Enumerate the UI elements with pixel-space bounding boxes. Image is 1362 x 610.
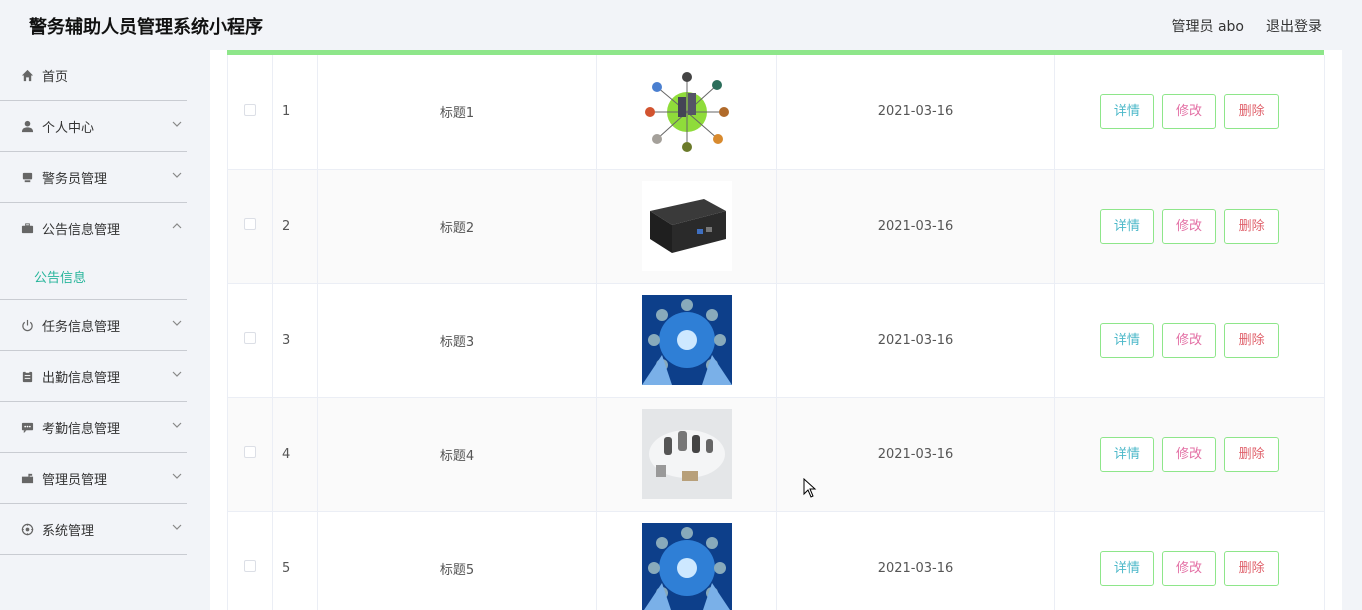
monitor-icon [20, 170, 34, 184]
sidebar-item-label: 系统管理 [42, 523, 95, 539]
notice-table: 1 标题1 2021-03-16 详情 修改 删除 2 标题2 2021-03-… [227, 50, 1325, 610]
user-icon [20, 119, 34, 133]
sidebar-subitem-notice-info[interactable]: 公告信息 [0, 254, 187, 300]
table-row: 1 标题1 2021-03-16 详情 修改 删除 [227, 55, 1325, 170]
mouse-cursor-icon [803, 478, 817, 498]
security-devices-image [641, 409, 732, 499]
detail-button[interactable]: 详情 [1099, 94, 1154, 130]
row-title: 标题3 [317, 283, 597, 398]
clipboard-icon [20, 369, 34, 383]
delete-button[interactable]: 删除 [1224, 208, 1280, 244]
user-area: 管理员 abo 退出登录 [1172, 16, 1322, 36]
chevron-down-icon [172, 473, 182, 479]
row-index: 2 [272, 169, 318, 284]
table-row: 5 标题5 2021-03-16 详情 修改 删除 [227, 511, 1325, 610]
chevron-down-icon [172, 320, 182, 326]
detail-button[interactable]: 详情 [1099, 208, 1154, 244]
row-checkbox[interactable] [244, 560, 256, 572]
sidebar-item-label: 个人中心 [42, 120, 95, 136]
row-date: 2021-03-16 [776, 55, 1055, 170]
sidebar-item-checkin[interactable]: 考勤信息管理 [0, 402, 187, 453]
detail-button[interactable]: 详情 [1099, 550, 1154, 586]
home-icon [20, 68, 34, 82]
row-date: 2021-03-16 [776, 169, 1055, 284]
sidebar-item-police[interactable]: 警务员管理 [0, 152, 187, 203]
row-index: 4 [272, 397, 318, 512]
sidebar-item-profile[interactable]: 个人中心 [0, 101, 187, 152]
row-date: 2021-03-16 [776, 511, 1055, 610]
blue-network-image [641, 523, 732, 610]
sidebar-item-admin[interactable]: 管理员管理 [0, 453, 187, 504]
sidebar-item-label: 出勤信息管理 [42, 370, 121, 386]
edit-button[interactable]: 修改 [1162, 436, 1216, 472]
mailbox-icon [20, 471, 34, 485]
network-diagram-image [641, 66, 732, 157]
row-title: 标题1 [317, 55, 597, 170]
row-date: 2021-03-16 [776, 397, 1055, 512]
detail-button[interactable]: 详情 [1099, 436, 1154, 472]
briefcase-icon [20, 222, 34, 236]
chevron-down-icon [172, 121, 182, 127]
row-checkbox[interactable] [244, 218, 256, 230]
edit-button[interactable]: 修改 [1162, 94, 1216, 130]
main-content: 1 标题1 2021-03-16 详情 修改 删除 2 标题2 2021-03-… [210, 50, 1342, 610]
edit-button[interactable]: 修改 [1162, 322, 1216, 358]
sidebar-item-label: 公告信息管理 [42, 223, 121, 238]
top-bar: 警务辅助人员管理系统小程序 管理员 abo 退出登录 [0, 0, 1362, 50]
row-checkbox[interactable] [244, 446, 256, 458]
row-index: 3 [272, 283, 318, 398]
chevron-down-icon [172, 172, 182, 178]
row-title: 标题2 [317, 169, 597, 284]
table-row: 3 标题3 2021-03-16 详情 修改 删除 [227, 283, 1325, 398]
sidebar-item-task[interactable]: 任务信息管理 [0, 300, 187, 351]
current-user[interactable]: 管理员 abo [1172, 16, 1244, 36]
app-title: 警务辅助人员管理系统小程序 [29, 17, 263, 38]
black-device-image [641, 181, 732, 271]
sidebar-item-system[interactable]: 系统管理 [0, 504, 187, 555]
sidebar: 首页 个人中心 警务员管理 公告信息管理 公告信息 任务信息管理 出勤信息管理 [0, 50, 187, 610]
chevron-down-icon [172, 524, 182, 530]
edit-button[interactable]: 修改 [1162, 208, 1216, 244]
table-row: 4 标题4 2021-03-16 详情 修改 删除 [227, 397, 1325, 512]
detail-button[interactable]: 详情 [1099, 322, 1154, 358]
chevron-down-icon [172, 371, 182, 377]
sidebar-item-label: 管理员管理 [42, 472, 108, 488]
sidebar-item-home[interactable]: 首页 [0, 50, 187, 101]
sidebar-item-notice[interactable]: 公告信息管理 [0, 203, 187, 254]
row-title: 标题4 [317, 397, 597, 512]
sidebar-item-label: 警务员管理 [42, 171, 108, 187]
blue-network-image [641, 295, 732, 385]
sidebar-item-attendance[interactable]: 出勤信息管理 [0, 351, 187, 402]
row-checkbox[interactable] [244, 332, 256, 344]
settings-icon [20, 522, 34, 536]
sidebar-item-label: 考勤信息管理 [42, 421, 121, 437]
sidebar-item-label: 首页 [42, 69, 69, 85]
row-title: 标题5 [317, 511, 597, 610]
chat-icon [20, 420, 34, 434]
chevron-up-icon [172, 223, 182, 229]
power-icon [20, 318, 34, 332]
row-date: 2021-03-16 [776, 283, 1055, 398]
chevron-down-icon [172, 422, 182, 428]
delete-button[interactable]: 删除 [1224, 94, 1280, 130]
delete-button[interactable]: 删除 [1224, 322, 1280, 358]
delete-button[interactable]: 删除 [1224, 436, 1280, 472]
row-index: 5 [272, 511, 318, 610]
logout-link[interactable]: 退出登录 [1266, 16, 1322, 36]
delete-button[interactable]: 删除 [1224, 550, 1280, 586]
row-checkbox[interactable] [244, 103, 256, 116]
edit-button[interactable]: 修改 [1162, 550, 1216, 586]
sidebar-item-label: 任务信息管理 [42, 319, 121, 335]
row-index: 1 [272, 55, 318, 170]
table-row: 2 标题2 2021-03-16 详情 修改 删除 [227, 169, 1325, 284]
